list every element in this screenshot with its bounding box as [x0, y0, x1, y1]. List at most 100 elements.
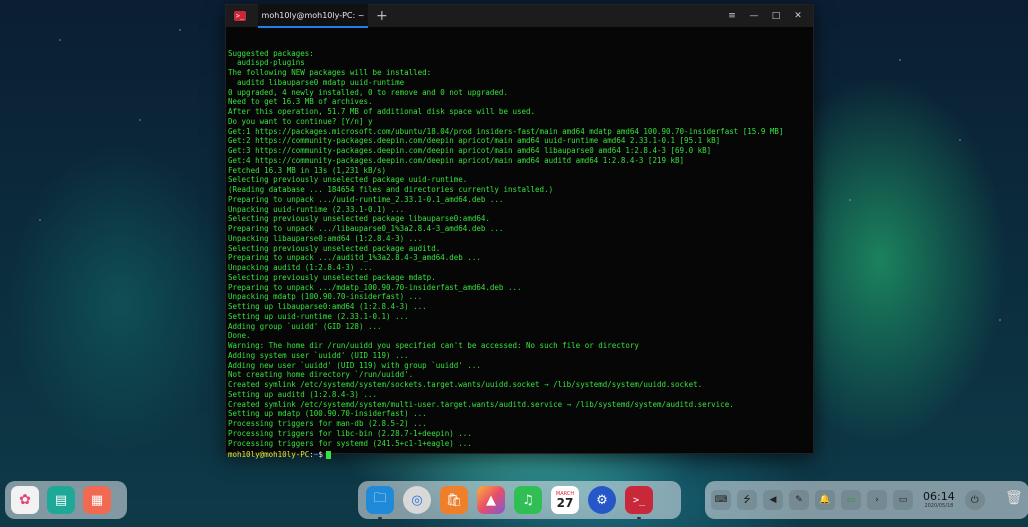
terminal-line: Get:4 https://community-packages.deepin.…: [228, 155, 685, 165]
terminal-line: Setting up uuid-runtime (2.33.1-0.1) ...: [228, 311, 409, 321]
terminal-line: Setting up mdatp (100.90.70-insiderfast)…: [228, 409, 427, 419]
power-button[interactable]: ⏻: [964, 490, 985, 510]
terminal-line: Done.: [228, 331, 251, 341]
prompt-user-host: moh10ly@moh10ly-PC: [228, 450, 310, 460]
trash-button[interactable]: 🗑: [1005, 490, 1023, 510]
terminal-line: Preparing to unpack .../auditd_1%3a2.8.4…: [228, 253, 481, 263]
maximize-button[interactable]: □: [765, 11, 787, 21]
settings-button[interactable]: ⚙: [588, 486, 616, 514]
terminal-line: Not creating home directory `/run/uuidd'…: [228, 370, 414, 380]
terminal-line: Preparing to unpack .../libauparse0_1%3a…: [228, 224, 504, 233]
volume-button[interactable]: ◀: [763, 490, 783, 510]
running-indicator: [378, 517, 382, 519]
expand-tray-button[interactable]: ›: [867, 490, 887, 510]
terminal-titlebar[interactable]: >_ moh10ly@moh10ly-PC: ~ + ≡ — □ ✕: [226, 4, 813, 28]
image-viewer-icon: ▲: [486, 492, 496, 508]
terminal-line: Unpacking uuid-runtime (2.33.1-0.1) ...: [228, 204, 405, 214]
power-icon: ⏻: [970, 494, 979, 506]
terminal-tab-title: moh10ly@moh10ly-PC: ~: [261, 10, 365, 20]
battery-button[interactable]: ▭: [841, 490, 861, 510]
terminal-icon: >_: [632, 494, 646, 506]
terminal-line: Get:2 https://community-packages.deepin.…: [228, 136, 721, 146]
browser-icon: ◎: [411, 492, 423, 508]
expand-tray-icon: ›: [875, 495, 879, 505]
terminal-line: Processing triggers for systemd (241.5+c…: [228, 438, 472, 448]
keyboard-icon: ⌨: [714, 495, 728, 505]
image-viewer-button[interactable]: ▲: [477, 486, 505, 514]
file-manager-button[interactable]: 🗀: [366, 486, 394, 519]
terminal-line: Setting up auditd (1:2.8.4-3) ...: [228, 389, 378, 399]
terminal-line: Preparing to unpack .../mdatp_100.90.70-…: [228, 282, 522, 292]
terminal-line: Get:3 https://community-packages.deepin.…: [228, 146, 712, 155]
terminal-line: Selecting previously unselected package …: [228, 214, 490, 224]
clock[interactable]: 06:14 2020/05/18: [923, 489, 955, 510]
browser-button[interactable]: ◎: [403, 486, 431, 514]
pen-button[interactable]: ✎: [789, 490, 809, 510]
keyboard-button[interactable]: ⌨: [711, 490, 731, 510]
terminal-line: Do you want to continue? [Y/n] y: [228, 116, 373, 126]
show-desktop-button[interactable]: ▭: [893, 490, 913, 510]
terminal-line: Suggested packages:: [228, 48, 314, 58]
calendar-day: 27: [556, 495, 574, 510]
app-store-icon: 🛍: [445, 492, 463, 508]
close-button[interactable]: ✕: [787, 11, 809, 21]
terminal-line: Adding new user `uuidd' (UID 119) with g…: [228, 360, 481, 370]
battery-icon: ▭: [846, 495, 856, 505]
clock-date: 2020/05/18: [924, 502, 954, 509]
terminal-output[interactable]: Suggested packages: audispd-plugins The f…: [226, 27, 813, 448]
terminal-line: 0 upgraded, 4 newly installed, 0 to remo…: [228, 87, 508, 97]
trash-icon: 🗑: [1005, 490, 1023, 506]
minimize-button[interactable]: —: [743, 11, 765, 21]
pen-icon: ✎: [795, 495, 803, 505]
clock-time: 06:14: [923, 489, 955, 503]
terminal-window[interactable]: >_ moh10ly@moh10ly-PC: ~ + ≡ — □ ✕ Sugge…: [225, 4, 814, 459]
terminal-line: Fetched 16.3 MB in 13s (1,231 kB/s): [228, 165, 387, 175]
terminal-line: Selecting previously unselected package …: [228, 243, 441, 253]
dock-left-group: ✿ ▤ ▦: [5, 481, 127, 519]
terminal-line: Preparing to unpack .../uuid-runtime_2.3…: [228, 194, 504, 204]
terminal-app-icon: >_: [234, 11, 246, 21]
terminal-line: Selecting previously unselected package …: [228, 272, 436, 282]
system-tray: ⌨ ⭍ ◀ ✎ 🔔 ▭ › ▭ 06:14 2020/05/18 ⏻: [705, 481, 1028, 519]
terminal-line: Adding group `uuidd' (GID 128) ...: [228, 321, 382, 331]
terminal-line: Selecting previously unselected package …: [228, 175, 468, 185]
usb-button[interactable]: ⭍: [737, 490, 757, 510]
terminal-line: After this operation, 51.7 MB of additio…: [228, 107, 536, 116]
terminal-line: Created symlink /etc/systemd/system/mult…: [228, 399, 734, 409]
settings-icon: ⚙: [596, 492, 608, 508]
terminal-line: Processing triggers for libc-bin (2.28.7…: [228, 428, 472, 438]
terminal-line: Warning: The home dir /run/uuidd you spe…: [228, 341, 639, 350]
terminal-line: (Reading database ... 184654 files and d…: [228, 185, 554, 194]
terminal-prompt[interactable]: moh10ly@moh10ly-PC: ~ $: [226, 448, 813, 460]
terminal-line: Processing triggers for man-db (2.8.5-2)…: [228, 419, 427, 428]
terminal-line: Get:1 https://packages.microsoft.com/ubu…: [228, 126, 784, 136]
window-controls: ≡ — □ ✕: [721, 5, 809, 27]
app-store-button[interactable]: 🛍: [440, 486, 468, 514]
terminal-line: Unpacking mdatp (100.90.70-insiderfast) …: [228, 292, 423, 302]
terminal-line: Setting up libauparse0:amd64 (1:2.8.4-3)…: [228, 302, 427, 311]
notification-bell-icon: 🔔: [819, 495, 831, 505]
text-cursor: [325, 451, 331, 460]
terminal-line: Created symlink /etc/systemd/system/sock…: [228, 380, 703, 389]
notification-button[interactable]: 🔔: [815, 490, 835, 510]
desktop-icon: ▭: [898, 495, 908, 505]
workspace-grid-icon: ▦: [90, 492, 104, 508]
terminal-tab[interactable]: moh10ly@moh10ly-PC: ~: [258, 4, 368, 28]
multitasking-icon: ▤: [54, 492, 68, 508]
terminal-line: Unpacking libauparse0:amd64 (1:2.8.4-3) …: [228, 233, 423, 243]
terminal-line: The following NEW packages will be insta…: [228, 68, 432, 77]
new-tab-button[interactable]: +: [376, 5, 388, 27]
volume-icon: ◀: [769, 495, 777, 505]
menu-icon[interactable]: ≡: [721, 11, 743, 21]
file-manager-icon: 🗀: [373, 491, 387, 506]
workspace-grid-button[interactable]: ▦: [83, 486, 111, 514]
multitasking-button[interactable]: ▤: [47, 486, 75, 514]
running-indicator: [637, 517, 641, 519]
music-button[interactable]: ♫: [514, 486, 542, 514]
usb-icon: ⭍: [743, 495, 751, 505]
terminal-line: Adding system user `uuidd' (UID 119) ...: [228, 350, 409, 360]
launcher-button[interactable]: ✿: [11, 486, 39, 514]
terminal-line: audispd-plugins: [228, 58, 305, 68]
calendar-button[interactable]: MARCH 27: [551, 486, 579, 514]
terminal-dock-button[interactable]: >_: [625, 486, 653, 519]
